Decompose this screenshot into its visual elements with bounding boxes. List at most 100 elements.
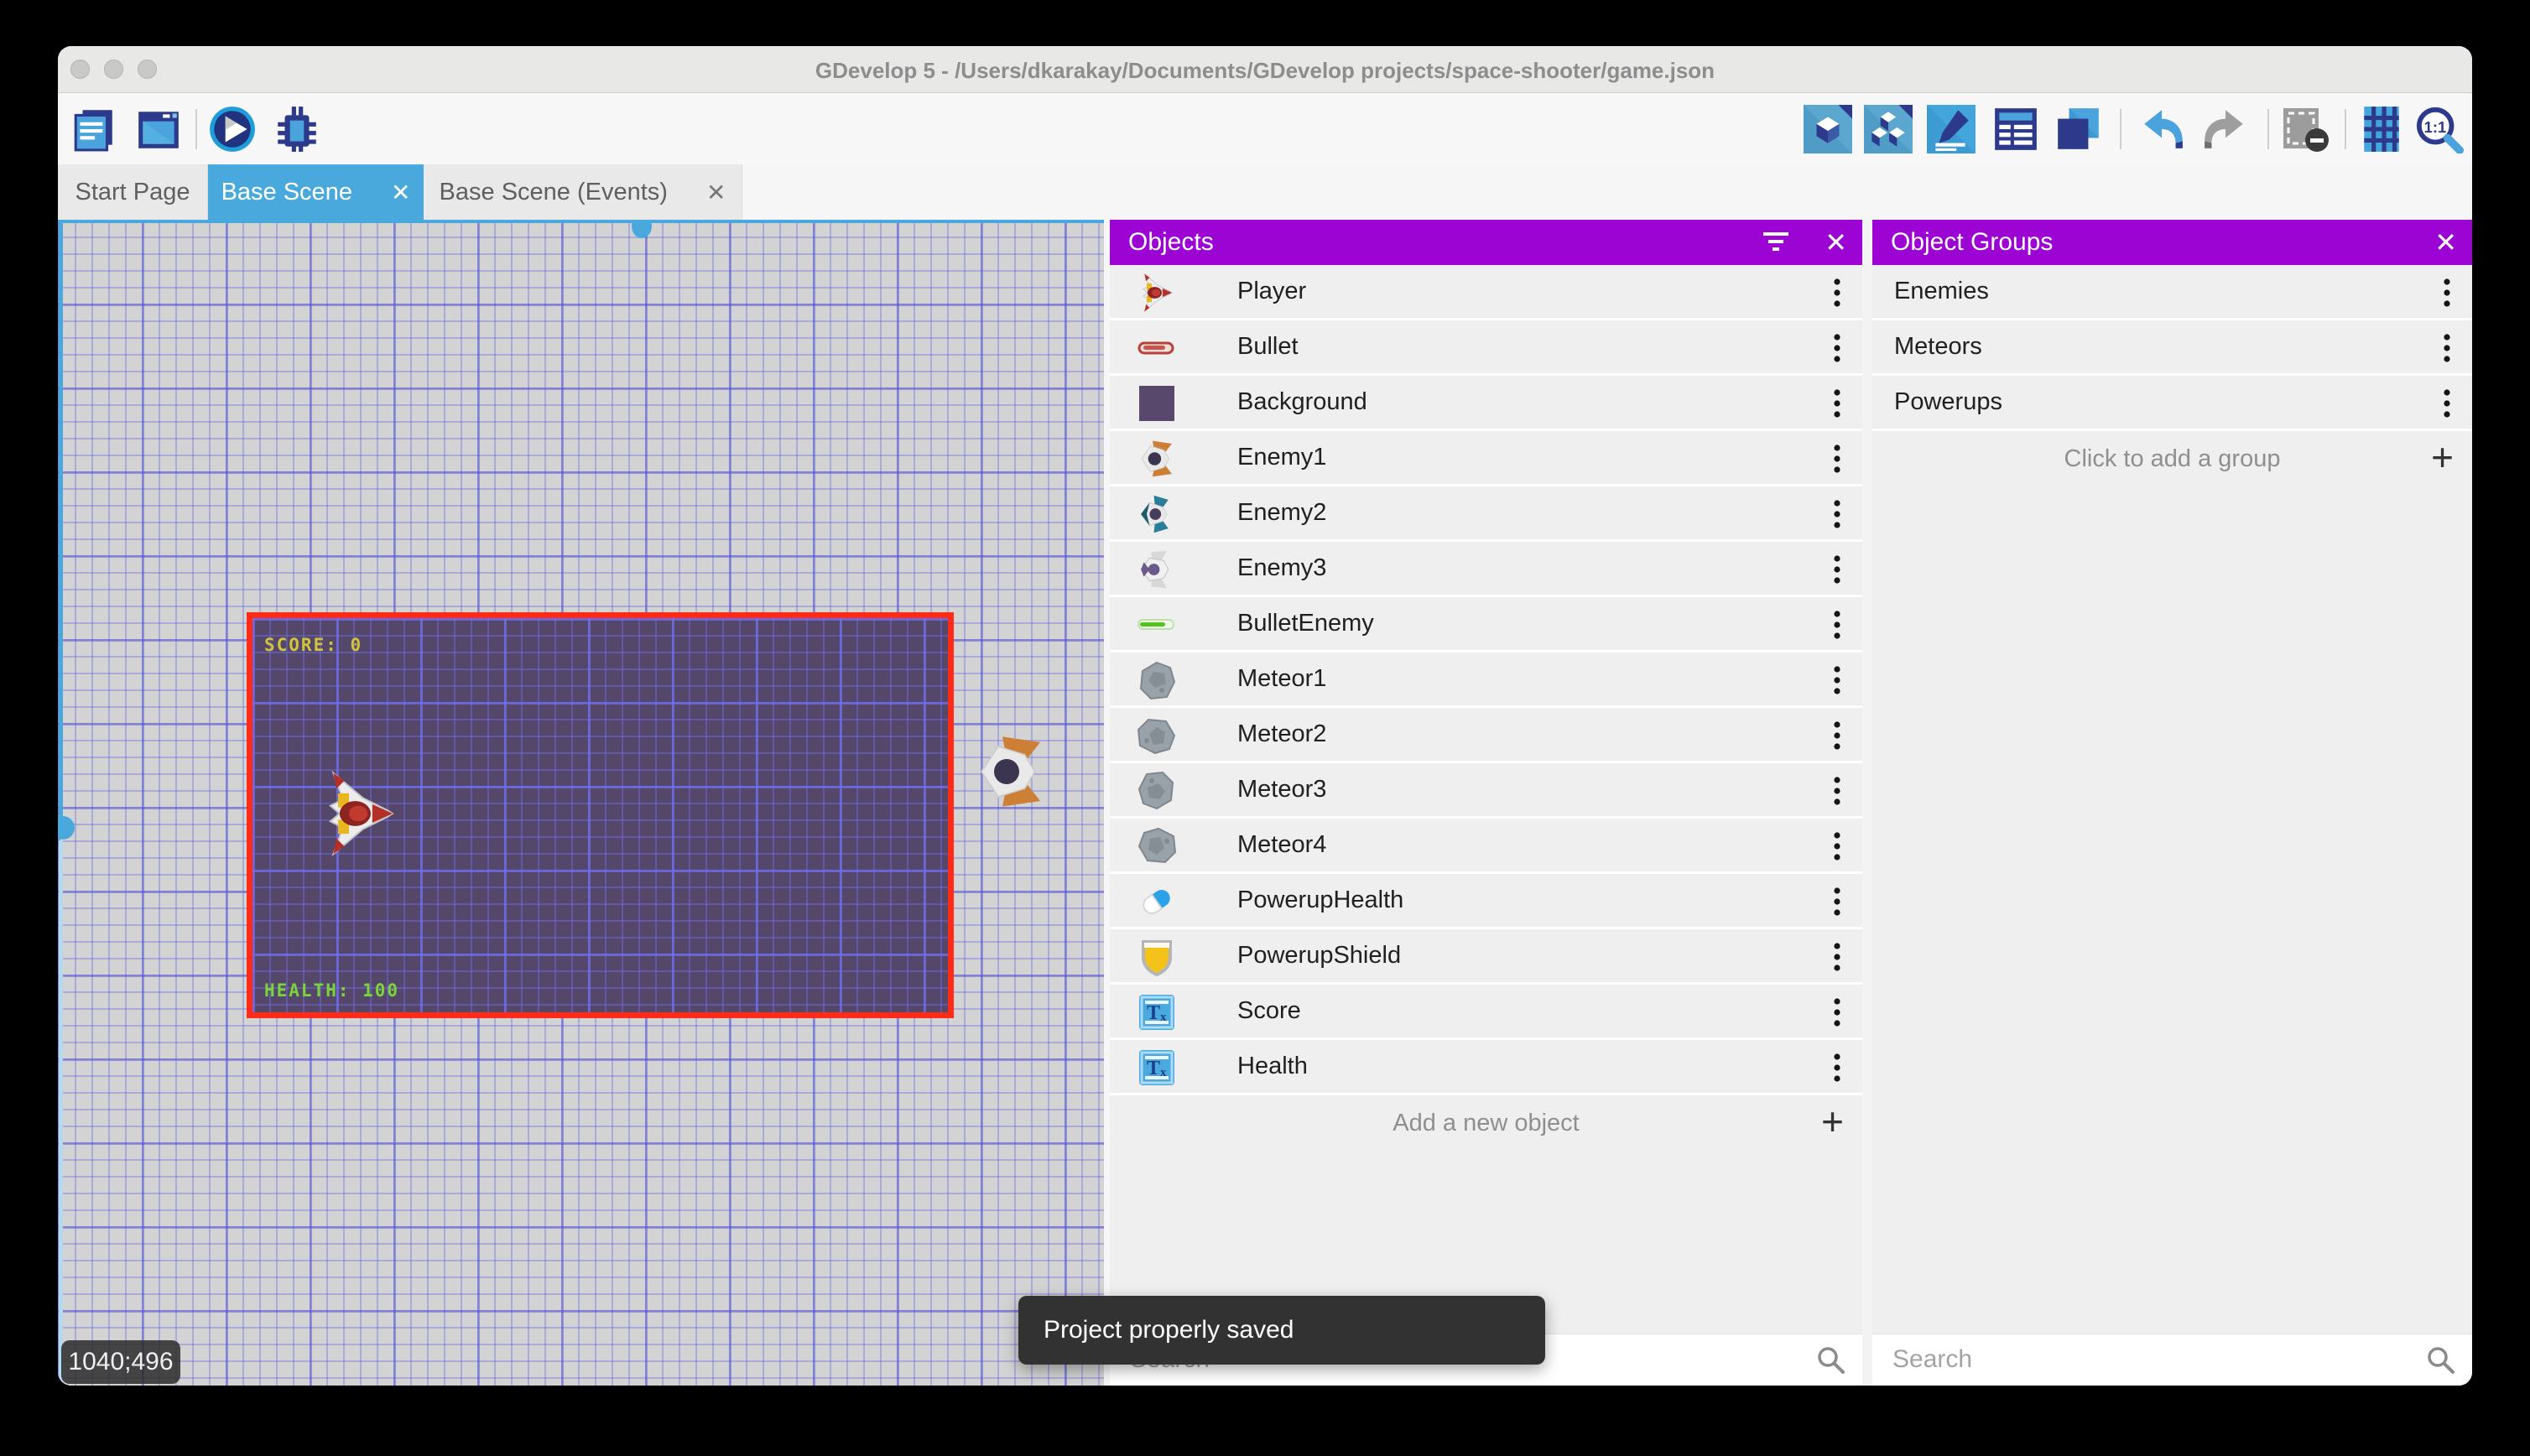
object-menu-icon[interactable] <box>1832 776 1842 806</box>
instances-list-icon[interactable] <box>1991 105 2040 153</box>
object-row-meteor3[interactable]: Meteor3 <box>1110 763 1862 819</box>
vertical-scrollbar-thumb[interactable] <box>58 816 75 840</box>
toolbar-separator <box>2120 109 2121 149</box>
object-groups-panel-title: Object Groups <box>1891 228 2053 257</box>
titlebar: GDevelop 5 - /Users/dkarakay/Documents/G… <box>58 46 2472 93</box>
tabbar: Start Page Base Scene ✕ Base Scene (Even… <box>58 164 2472 220</box>
object-groups-panel-header: Object Groups ✕ <box>1872 220 2472 265</box>
group-menu-icon[interactable] <box>2442 388 2452 419</box>
object-menu-icon[interactable] <box>1832 665 1842 695</box>
enemy1-thumbnail-icon <box>1137 439 1177 479</box>
tab-base-scene[interactable]: Base Scene ✕ <box>208 164 424 220</box>
search-icon <box>1815 1344 1847 1376</box>
group-menu-icon[interactable] <box>2442 333 2452 363</box>
layers-icon[interactable] <box>2054 105 2102 153</box>
object-row-score[interactable]: Score <box>1110 985 1862 1040</box>
toolbar-separator <box>2345 109 2346 149</box>
object-menu-icon[interactable] <box>1832 554 1842 585</box>
object-menu-icon[interactable] <box>1832 942 1842 972</box>
tab-start-page[interactable]: Start Page <box>58 164 208 220</box>
vertical-scrollbar-track[interactable] <box>59 840 63 1386</box>
grid-icon[interactable] <box>2357 105 2406 153</box>
screen: GDevelop 5 - /Users/dkarakay/Documents/G… <box>0 0 2530 1456</box>
objects-panel: Objects ✕ Player <box>1110 220 1862 1386</box>
shield-thumbnail-icon <box>1137 937 1177 977</box>
object-menu-icon[interactable] <box>1832 720 1842 751</box>
object-menu-icon[interactable] <box>1832 610 1842 640</box>
render-mask-icon[interactable] <box>2280 105 2332 153</box>
object-menu-icon[interactable] <box>1832 444 1842 474</box>
object-menu-icon[interactable] <box>1832 887 1842 917</box>
undo-icon[interactable] <box>2137 105 2186 153</box>
close-panel-icon[interactable]: ✕ <box>1825 226 1847 258</box>
object-menu-icon[interactable] <box>1832 1053 1842 1083</box>
properties-pencil-icon[interactable] <box>1927 105 1976 153</box>
object-groups-editor-icon[interactable] <box>1864 105 1913 153</box>
object-groups-panel: Object Groups ✕ Enemies Meteors Powerups… <box>1872 220 2472 1386</box>
health-text-instance[interactable]: HEALTH: 100 <box>264 980 399 1001</box>
score-text-instance[interactable]: SCORE: 0 <box>264 635 362 655</box>
object-row-bulletenemy[interactable]: BulletEnemy <box>1110 597 1862 653</box>
meteor4-thumbnail-icon <box>1137 826 1177 866</box>
scene-preview-window-icon[interactable] <box>134 105 183 153</box>
object-menu-icon[interactable] <box>1832 278 1842 308</box>
object-row-poweruphealth[interactable]: PowerupHealth <box>1110 874 1862 929</box>
objects-panel-header: Objects ✕ <box>1110 220 1862 265</box>
player-thumbnail-icon <box>1137 273 1177 313</box>
plus-icon: + <box>2431 431 2454 486</box>
close-tab-icon[interactable]: ✕ <box>391 179 410 206</box>
horizontal-scrollbar-thumb[interactable] <box>632 220 652 238</box>
object-menu-icon[interactable] <box>1832 333 1842 363</box>
health-pill-thumbnail-icon <box>1137 881 1177 922</box>
plus-icon: + <box>1821 1095 1844 1151</box>
group-row-enemies[interactable]: Enemies <box>1872 265 2472 320</box>
object-row-enemy3[interactable]: Enemy3 <box>1110 542 1862 597</box>
group-row-meteors[interactable]: Meteors <box>1872 320 2472 376</box>
debug-icon[interactable] <box>273 105 321 153</box>
group-row-powerups[interactable]: Powerups <box>1872 376 2472 431</box>
scene-editor-canvas[interactable]: SCORE: 0 HEALTH: 100 1040;496 <box>58 220 1104 1386</box>
toolbar-separator <box>195 109 197 149</box>
player-ship-instance[interactable] <box>325 770 394 857</box>
object-menu-icon[interactable] <box>1832 831 1842 861</box>
enemy3-thumbnail-icon <box>1137 549 1177 590</box>
close-tab-icon[interactable]: ✕ <box>706 179 726 206</box>
object-menu-icon[interactable] <box>1832 499 1842 529</box>
background-thumbnail-icon <box>1137 383 1177 424</box>
panel-divider[interactable] <box>1862 220 1872 1386</box>
object-row-bullet[interactable]: Bullet <box>1110 320 1862 376</box>
meteor1-thumbnail-icon <box>1137 660 1177 700</box>
object-row-powerupshield[interactable]: PowerupShield <box>1110 929 1862 985</box>
project-manager-icon[interactable] <box>70 105 118 153</box>
enemy-ship-instance[interactable] <box>977 728 1044 815</box>
add-object-button[interactable]: Add a new object + <box>1110 1095 1862 1151</box>
close-panel-icon[interactable]: ✕ <box>2434 226 2457 258</box>
add-group-button[interactable]: Click to add a group + <box>1872 431 2472 486</box>
gdevelop-window: GDevelop 5 - /Users/dkarakay/Documents/G… <box>58 46 2472 1386</box>
zoom-original-icon[interactable]: 1:1 <box>2412 105 2467 153</box>
object-row-meteor2[interactable]: Meteor2 <box>1110 708 1862 763</box>
redo-icon[interactable] <box>2201 105 2250 153</box>
group-menu-icon[interactable] <box>2442 278 2452 308</box>
play-preview-icon[interactable] <box>208 105 257 153</box>
object-row-meteor1[interactable]: Meteor1 <box>1110 653 1862 708</box>
object-row-health[interactable]: Health <box>1110 1040 1862 1095</box>
object-row-enemy1[interactable]: Enemy1 <box>1110 431 1862 486</box>
groups-search-bar <box>1872 1334 2472 1386</box>
toolbar-separator <box>2267 109 2269 149</box>
tab-base-scene-events[interactable]: Base Scene (Events) ✕ <box>424 164 742 220</box>
meteor3-thumbnail-icon <box>1137 771 1177 811</box>
object-row-enemy2[interactable]: Enemy2 <box>1110 486 1862 542</box>
vertical-scrollbar[interactable] <box>59 220 63 822</box>
objects-panel-title: Objects <box>1128 228 1214 257</box>
groups-search-input[interactable] <box>1892 1334 2313 1385</box>
text-object-thumbnail-icon <box>1137 1048 1177 1088</box>
object-row-meteor4[interactable]: Meteor4 <box>1110 819 1862 874</box>
filter-icon[interactable] <box>1762 229 1790 256</box>
object-menu-icon[interactable] <box>1832 388 1842 419</box>
object-row-background[interactable]: Background <box>1110 376 1862 431</box>
object-menu-icon[interactable] <box>1832 997 1842 1027</box>
horizontal-scrollbar[interactable] <box>58 220 1104 223</box>
objects-editor-icon[interactable] <box>1804 105 1852 153</box>
object-row-player[interactable]: Player <box>1110 265 1862 320</box>
